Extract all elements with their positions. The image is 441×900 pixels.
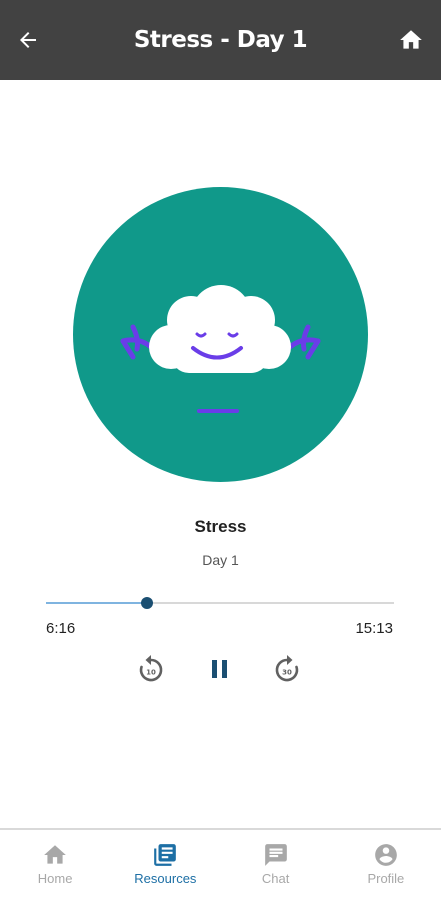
home-icon	[44, 845, 66, 864]
forward-label: 30	[282, 669, 292, 677]
rewind-label: 10	[146, 669, 156, 677]
app-header: Stress - Day 1	[0, 0, 441, 80]
forward-30-icon: 30	[275, 655, 299, 682]
meditating-cloud-illustration	[120, 285, 321, 413]
page-title: Stress - Day 1	[133, 27, 308, 53]
elapsed-time: 6:16	[46, 620, 76, 637]
bottom-navigation: Home Resources Chat Profile	[0, 828, 441, 900]
forward-30-button[interactable]: 30	[270, 652, 304, 686]
replay-10-icon: 10	[139, 655, 163, 682]
track-subtitle: Day 1	[202, 552, 239, 568]
progress-slider[interactable]	[46, 594, 394, 612]
pause-icon	[212, 660, 227, 678]
account-circle-icon	[375, 844, 397, 866]
back-button[interactable]	[0, 0, 56, 80]
nav-item-resources[interactable]: Resources	[110, 830, 220, 900]
nav-label-home: Home	[37, 871, 73, 886]
chat-icon	[264, 844, 287, 866]
pause-button[interactable]	[203, 652, 237, 686]
track-artwork	[73, 187, 368, 482]
total-time: 15:13	[355, 620, 393, 637]
arrow-left-icon	[20, 32, 36, 48]
nav-label-resources: Resources	[134, 871, 197, 886]
home-icon	[400, 30, 422, 49]
home-button[interactable]	[383, 0, 439, 80]
newspaper-icon	[154, 844, 177, 866]
rewind-10-button[interactable]: 10	[134, 652, 168, 686]
track-title: Stress	[194, 517, 247, 536]
nav-label-chat: Chat	[261, 871, 290, 886]
nav-item-profile[interactable]: Profile	[331, 830, 441, 900]
nav-label-profile: Profile	[367, 871, 405, 886]
progress-fill	[46, 602, 147, 604]
nav-item-chat[interactable]: Chat	[221, 830, 331, 900]
nav-item-home[interactable]: Home	[0, 830, 110, 900]
progress-thumb[interactable]	[140, 597, 153, 609]
